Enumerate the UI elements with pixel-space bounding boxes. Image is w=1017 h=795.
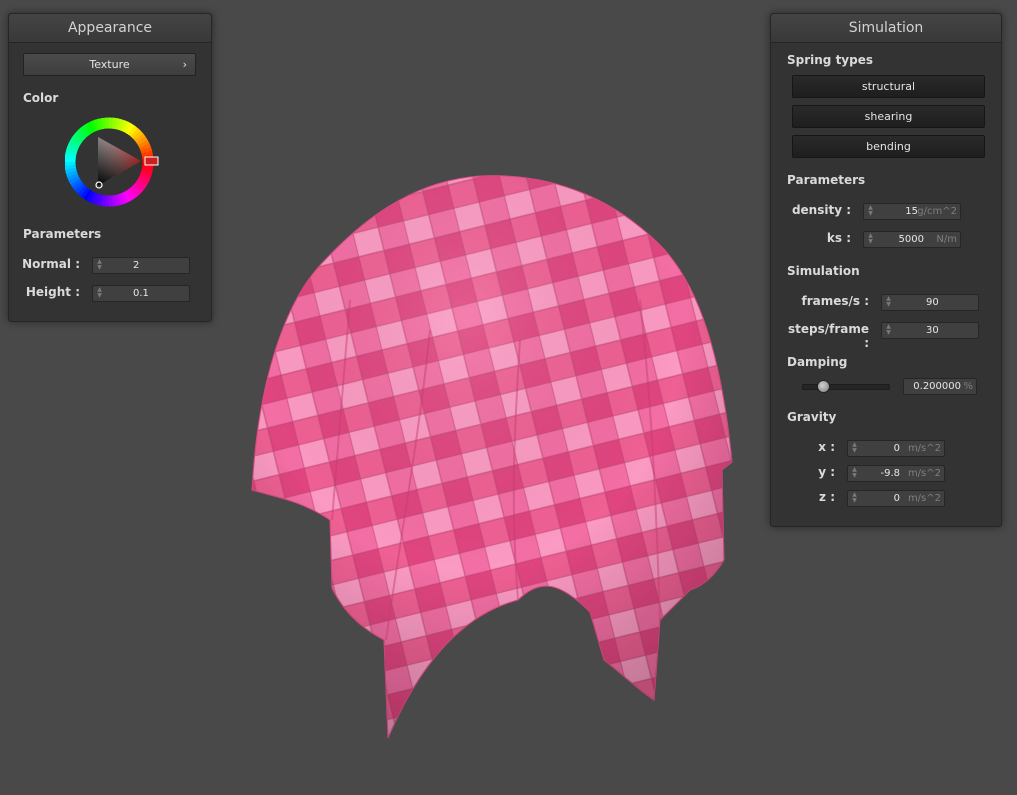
- appearance-title: Appearance: [9, 14, 211, 43]
- up-down-spinner-icon[interactable]: ▲ ▼: [867, 205, 874, 217]
- gravity-z-unit: m/s^2: [907, 493, 941, 504]
- damping-slider-track: [802, 384, 890, 390]
- gravity-z-label: z :: [819, 490, 835, 504]
- damping-value: 0.200000: [913, 381, 961, 392]
- fps-label: frames/s :: [801, 294, 869, 308]
- fps-field[interactable]: ▲ ▼ 90: [881, 294, 979, 311]
- appearance-parameters-label: Parameters: [23, 227, 102, 241]
- simulation-panel: Simulation Spring types structural shear…: [770, 13, 1002, 527]
- normal-label: Normal :: [22, 257, 80, 271]
- appearance-panel: Appearance Texture › Color Parameters No…: [8, 13, 212, 322]
- normal-value: 2: [133, 260, 140, 271]
- up-down-spinner-icon[interactable]: ▲ ▼: [96, 259, 103, 271]
- gravity-x-field[interactable]: ▲ ▼ 0 m/s^2: [847, 440, 945, 457]
- texture-button-label: Texture: [89, 58, 130, 71]
- gravity-y-unit: m/s^2: [907, 468, 941, 479]
- up-down-spinner-icon[interactable]: ▲ ▼: [867, 233, 874, 245]
- damping-slider[interactable]: [802, 380, 890, 393]
- damping-label: Damping: [787, 355, 848, 369]
- simulation-section-label: Simulation: [787, 264, 860, 278]
- gravity-y-value: -9.8: [880, 468, 900, 479]
- fps-value: 90: [926, 297, 939, 308]
- height-label: Height :: [25, 285, 80, 299]
- sim-parameters-label: Parameters: [787, 173, 866, 187]
- up-down-spinner-icon[interactable]: ▲ ▼: [851, 492, 858, 504]
- spring-types-label: Spring types: [787, 53, 874, 67]
- damping-unit: %: [963, 381, 973, 392]
- density-label: density :: [791, 203, 851, 217]
- gravity-z-field[interactable]: ▲ ▼ 0 m/s^2: [847, 490, 945, 507]
- gravity-x-unit: m/s^2: [907, 443, 941, 454]
- height-value: 0.1: [133, 288, 149, 299]
- up-down-spinner-icon[interactable]: ▲ ▼: [851, 467, 858, 479]
- up-down-spinner-icon[interactable]: ▲ ▼: [885, 296, 892, 308]
- ks-value: 5000: [898, 234, 924, 245]
- simulation-title: Simulation: [771, 14, 1001, 43]
- density-field[interactable]: ▲ ▼ 15 g/cm^2: [863, 203, 961, 220]
- ks-field[interactable]: ▲ ▼ 5000 N/m: [863, 231, 961, 248]
- up-down-spinner-icon[interactable]: ▲ ▼: [96, 287, 103, 299]
- gravity-x-value: 0: [893, 443, 900, 454]
- shearing-spring-button[interactable]: shearing: [792, 105, 985, 128]
- gravity-x-label: x :: [818, 440, 835, 454]
- height-field[interactable]: ▲ ▼ 0.1: [92, 285, 190, 302]
- structural-spring-button[interactable]: structural: [792, 75, 985, 98]
- damping-slider-knob[interactable]: [817, 380, 830, 393]
- density-value: 15: [905, 206, 918, 217]
- texture-button[interactable]: Texture ›: [23, 53, 196, 76]
- steps-field[interactable]: ▲ ▼ 30: [881, 322, 979, 339]
- ks-unit: N/m: [936, 234, 957, 245]
- steps-value: 30: [926, 325, 939, 336]
- hue-selector-marker[interactable]: [144, 156, 159, 166]
- density-unit: g/cm^2: [917, 206, 957, 217]
- gravity-y-field[interactable]: ▲ ▼ -9.8 m/s^2: [847, 465, 945, 482]
- chevron-right-icon: ›: [182, 58, 187, 71]
- up-down-spinner-icon[interactable]: ▲ ▼: [885, 324, 892, 336]
- ks-label: ks :: [826, 231, 851, 245]
- damping-field[interactable]: 0.200000 %: [903, 378, 977, 395]
- normal-field[interactable]: ▲ ▼ 2: [92, 257, 190, 274]
- color-label: Color: [23, 91, 59, 105]
- up-down-spinner-icon[interactable]: ▲ ▼: [851, 442, 858, 454]
- bending-spring-button[interactable]: bending: [792, 135, 985, 158]
- color-wheel[interactable]: [65, 116, 165, 216]
- gravity-y-label: y :: [818, 465, 835, 479]
- gravity-z-value: 0: [893, 493, 900, 504]
- steps-label: steps/frame :: [787, 322, 869, 350]
- gravity-label: Gravity: [787, 410, 837, 424]
- cloth-shading: [252, 175, 732, 738]
